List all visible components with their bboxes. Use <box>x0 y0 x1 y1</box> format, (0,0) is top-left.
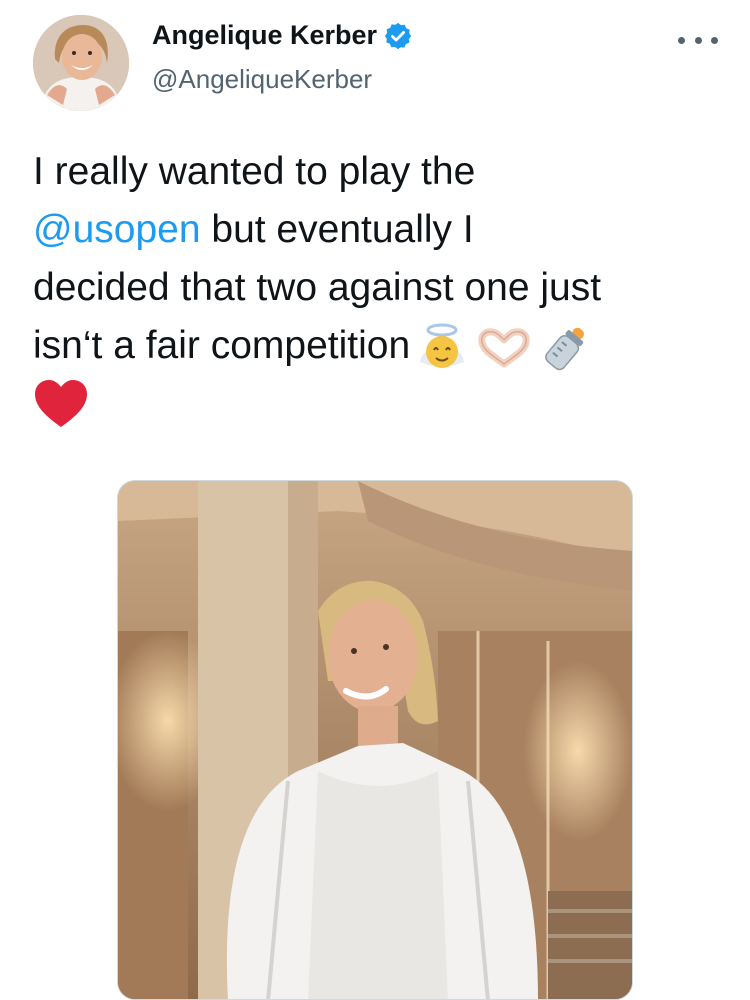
tweet-line-2: @usopen but eventually I <box>33 201 733 259</box>
red-heart-emoji-icon <box>35 380 87 427</box>
tweet-line-1: I really wanted to play the <box>33 150 476 193</box>
tweet-line-3: decided that two against one just <box>33 266 602 309</box>
tweet-text: I really wanted to play the @usopen but … <box>33 143 733 433</box>
avatar[interactable] <box>33 15 129 111</box>
mention-link[interactable]: @usopen <box>33 208 201 251</box>
tweet-line-4: isn‘t a fair competition <box>33 317 733 375</box>
author-name[interactable]: Angelique Kerber <box>152 20 413 51</box>
heart-hands-emoji-icon <box>478 327 530 368</box>
tweet-photo[interactable] <box>117 480 633 1000</box>
angel-emoji-icon <box>420 323 465 368</box>
more-options-icon[interactable] <box>678 26 718 54</box>
author-name-text: Angelique Kerber <box>152 20 378 50</box>
avatar-image <box>33 15 129 111</box>
photo-image <box>118 481 632 999</box>
tweet-line-4-text: isn‘t a fair competition <box>33 324 411 367</box>
author-handle[interactable]: @AngeliqueKerber <box>152 64 372 95</box>
baby-bottle-emoji-icon <box>545 327 585 370</box>
tweet-line-5 <box>33 375 733 433</box>
verified-badge-icon <box>384 22 412 49</box>
tweet-line-2-rest: but eventually I <box>200 208 474 251</box>
